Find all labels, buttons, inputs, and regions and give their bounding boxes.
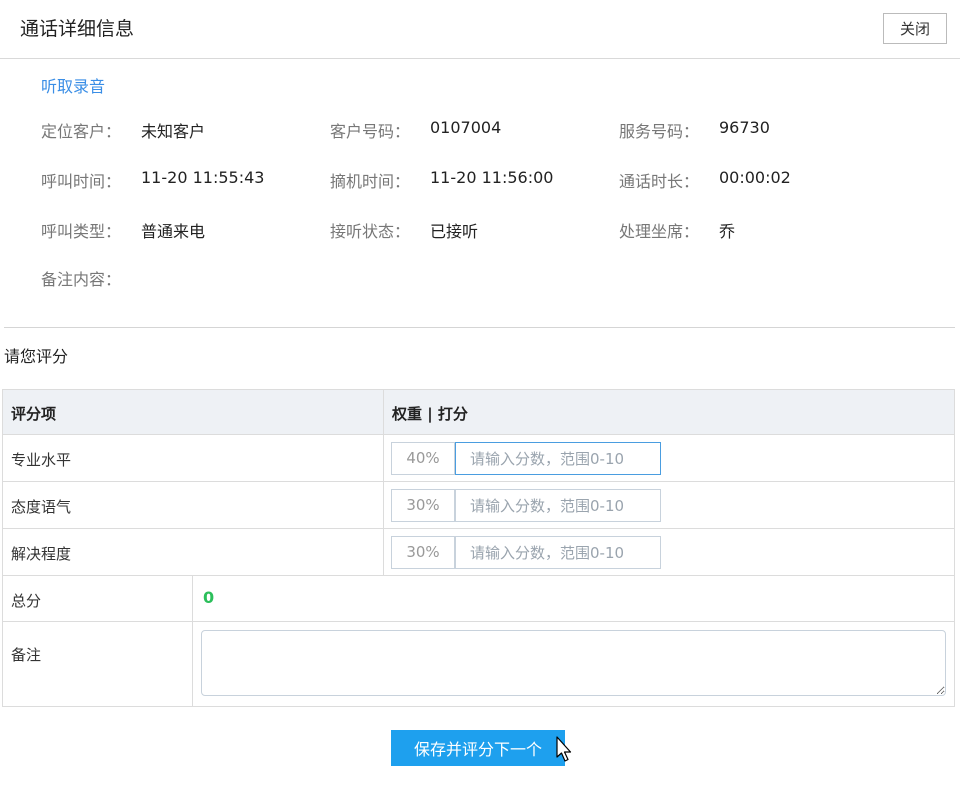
rating-item-label: 态度语气 <box>11 498 72 516</box>
customer-number-value: 0107004 <box>430 118 502 137</box>
rating-row-note: 备注 <box>3 622 954 706</box>
weight-badge: 30% <box>391 536 455 569</box>
listen-recording-link[interactable]: 听取录音 <box>41 73 105 97</box>
total-score-value: 0 <box>203 588 215 607</box>
note-textarea[interactable] <box>201 630 946 696</box>
locate-customer-value: 未知客户 <box>141 122 206 141</box>
remarks-label: 备注内容： <box>41 270 122 289</box>
pickup-time-value: 11-20 11:56:00 <box>430 168 554 187</box>
rating-table-header: 评分项 权重 | 打分 <box>3 390 954 435</box>
call-duration-value: 00:00:02 <box>719 168 791 187</box>
call-type-label: 呼叫类型： <box>41 222 122 241</box>
note-label: 备注 <box>11 646 42 664</box>
mouse-cursor-icon <box>556 736 572 762</box>
rating-row-attitude: 态度语气 30% <box>3 482 954 529</box>
score-input-resolution[interactable] <box>455 536 661 569</box>
rating-item-label: 解决程度 <box>11 545 72 563</box>
rating-row-professional: 专业水平 40% <box>3 435 954 482</box>
rating-row-total: 总分 0 <box>3 576 954 622</box>
call-type-value: 普通来电 <box>141 222 206 241</box>
rating-section-title: 请您评分 <box>4 347 69 366</box>
customer-number-label: 客户号码： <box>330 122 411 141</box>
agent-label: 处理坐席： <box>619 222 700 241</box>
rating-table: 评分项 权重 | 打分 专业水平 40% 态度语气 30% 解决程度 30% 总… <box>2 389 955 707</box>
answer-status-label: 接听状态： <box>330 222 411 241</box>
call-time-value: 11-20 11:55:43 <box>141 168 265 187</box>
rating-item-label: 专业水平 <box>11 451 72 469</box>
close-button[interactable]: 关闭 <box>883 13 947 44</box>
call-time-label: 呼叫时间： <box>41 172 122 191</box>
dialog-title: 通话详细信息 <box>20 18 135 40</box>
locate-customer-label: 定位客户： <box>41 122 122 141</box>
call-duration-label: 通话时长： <box>619 172 700 191</box>
agent-value: 乔 <box>719 222 736 241</box>
score-input-attitude[interactable] <box>455 489 661 522</box>
weight-badge: 30% <box>391 489 455 522</box>
section-divider <box>4 327 955 328</box>
header-weight-label: 权重 | 打分 <box>392 405 468 423</box>
answer-status-value: 已接听 <box>430 222 479 241</box>
dialog-header: 通话详细信息 关闭 <box>0 0 960 59</box>
score-input-professional[interactable] <box>455 442 661 475</box>
service-number-label: 服务号码： <box>619 122 700 141</box>
service-number-value: 96730 <box>719 118 770 137</box>
header-item-label: 评分项 <box>11 405 57 423</box>
total-label: 总分 <box>11 592 42 610</box>
pickup-time-label: 摘机时间： <box>330 172 411 191</box>
weight-badge: 40% <box>391 442 455 475</box>
save-and-rate-next-button[interactable]: 保存并评分下一个 <box>391 730 565 766</box>
rating-row-resolution: 解决程度 30% <box>3 529 954 576</box>
